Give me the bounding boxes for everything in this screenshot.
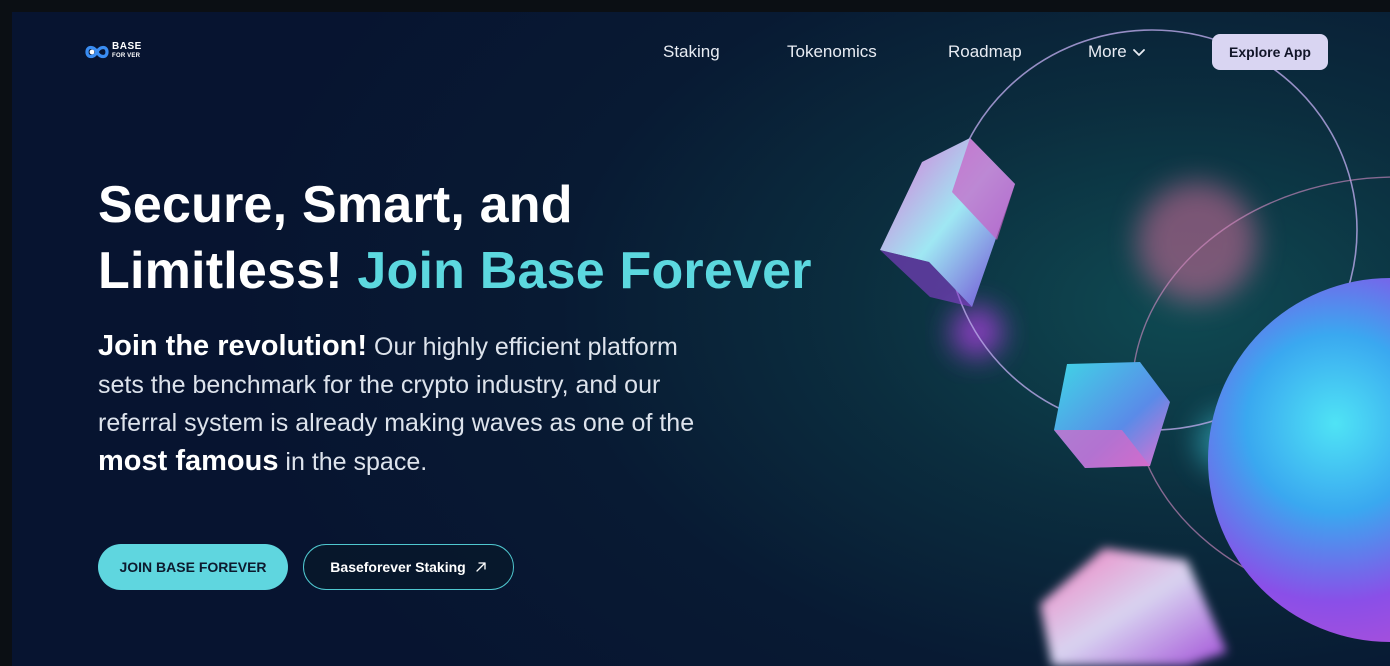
nav-item-tokenomics[interactable]: Tokenomics [787, 42, 877, 62]
hero-title-line1: Secure, Smart, and [98, 176, 573, 234]
nav-item-label: Staking [663, 42, 720, 61]
hero-title-accent: Join Base Forever [357, 242, 812, 300]
join-base-forever-button[interactable]: JOIN BASE FOREVER [98, 544, 288, 590]
baseforever-staking-button[interactable]: Baseforever Staking [303, 544, 514, 590]
hero-desc-bold: most famous [98, 445, 279, 477]
hero-title-line2: Limitless! [98, 242, 343, 300]
arrow-up-right-icon [476, 562, 486, 572]
hero-title: Secure, Smart, and Limitless! Join Base … [98, 172, 878, 304]
chevron-down-icon [1132, 49, 1145, 56]
infinity-logo-icon [85, 45, 109, 59]
nav-item-label: Tokenomics [787, 42, 877, 61]
hero-desc-tail: in the space. [278, 448, 428, 476]
top-nav: BASE FOR VER Staking Tokenomics Roadmap … [12, 12, 1390, 92]
nav-item-more[interactable]: More [1088, 42, 1146, 62]
nav-item-staking[interactable]: Staking [663, 42, 720, 62]
nav-item-roadmap[interactable]: Roadmap [948, 42, 1022, 62]
logo-text-bottom: FOR VER [112, 53, 141, 59]
page-frame: BASE FOR VER Staking Tokenomics Roadmap … [12, 12, 1390, 666]
nav-item-label: More [1088, 42, 1127, 61]
brand-logo[interactable]: BASE FOR VER [84, 40, 146, 66]
logo-text-top: BASE [112, 41, 142, 52]
staking-button-label: Baseforever Staking [330, 559, 466, 575]
nav-item-label: Roadmap [948, 42, 1022, 61]
explore-app-button[interactable]: Explore App [1212, 34, 1328, 70]
hero-description: Join the revolution! Our highly efficien… [98, 327, 718, 481]
hero-desc-lead: Join the revolution! [98, 330, 368, 362]
